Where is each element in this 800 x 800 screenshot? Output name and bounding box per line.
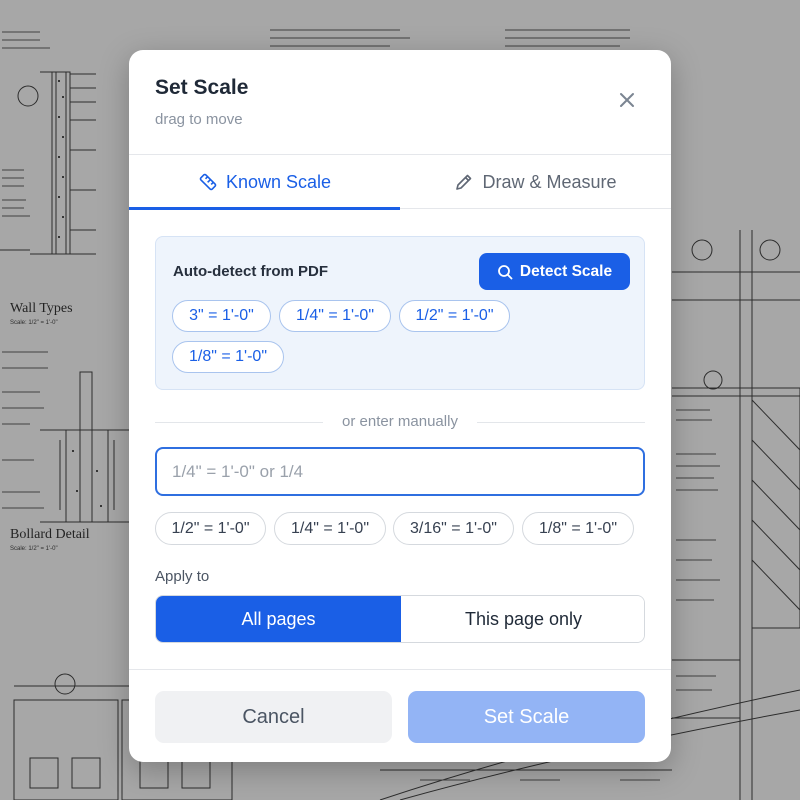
scale-mode-tabs: Known Scale Draw & Measure: [129, 154, 671, 210]
apply-this-page-option[interactable]: This page only: [401, 596, 644, 642]
set-scale-dialog: Set Scale drag to move Known Scale Draw …: [129, 50, 671, 762]
close-button[interactable]: [615, 88, 639, 112]
tab-known-scale-label: Known Scale: [225, 171, 332, 192]
detected-scale-chip[interactable]: 1/2" = 1'-0": [399, 300, 510, 332]
dialog-title: Set Scale: [155, 76, 249, 99]
cancel-button[interactable]: Cancel: [155, 691, 392, 743]
divider-text: or enter manually: [332, 413, 468, 430]
apply-to-selector: All pages This page only: [155, 595, 645, 643]
pencil-icon: [456, 174, 472, 190]
detected-scale-chip[interactable]: 1/8" = 1'-0": [172, 341, 284, 373]
footer-divider: [129, 669, 671, 670]
scale-input[interactable]: [155, 447, 645, 496]
preset-scale-chip[interactable]: 3/16" = 1'-0": [393, 512, 514, 545]
preset-scale-chip[interactable]: 1/4" = 1'-0": [274, 512, 386, 545]
search-icon: [497, 264, 513, 279]
auto-detect-panel: Auto-detect from PDF Detect Scale 3" = 1…: [155, 236, 645, 390]
preset-scale-chip[interactable]: 1/8" = 1'-0": [522, 512, 634, 545]
auto-detect-label: Auto-detect from PDF: [173, 263, 328, 280]
apply-to-label: Apply to: [155, 568, 210, 585]
close-icon: [620, 93, 634, 107]
detect-scale-label: Detect Scale: [519, 262, 613, 280]
apply-all-pages-option[interactable]: All pages: [156, 596, 401, 642]
ruler-icon: [199, 173, 217, 191]
tab-known-scale[interactable]: Known Scale: [129, 155, 400, 209]
detected-scale-chip[interactable]: 3" = 1'-0": [172, 300, 271, 332]
drag-hint: drag to move: [155, 111, 243, 128]
manual-divider: or enter manually: [155, 412, 645, 432]
detect-scale-button[interactable]: Detect Scale: [479, 253, 630, 290]
set-scale-button[interactable]: Set Scale: [408, 691, 645, 743]
tab-draw-measure[interactable]: Draw & Measure: [400, 155, 671, 209]
active-tab-indicator: [129, 207, 400, 210]
dialog-header[interactable]: Set Scale drag to move: [129, 50, 671, 154]
tab-draw-measure-label: Draw & Measure: [482, 171, 617, 192]
detected-scale-chip[interactable]: 1/4" = 1'-0": [279, 300, 391, 332]
preset-scale-chip[interactable]: 1/2" = 1'-0": [155, 512, 266, 545]
